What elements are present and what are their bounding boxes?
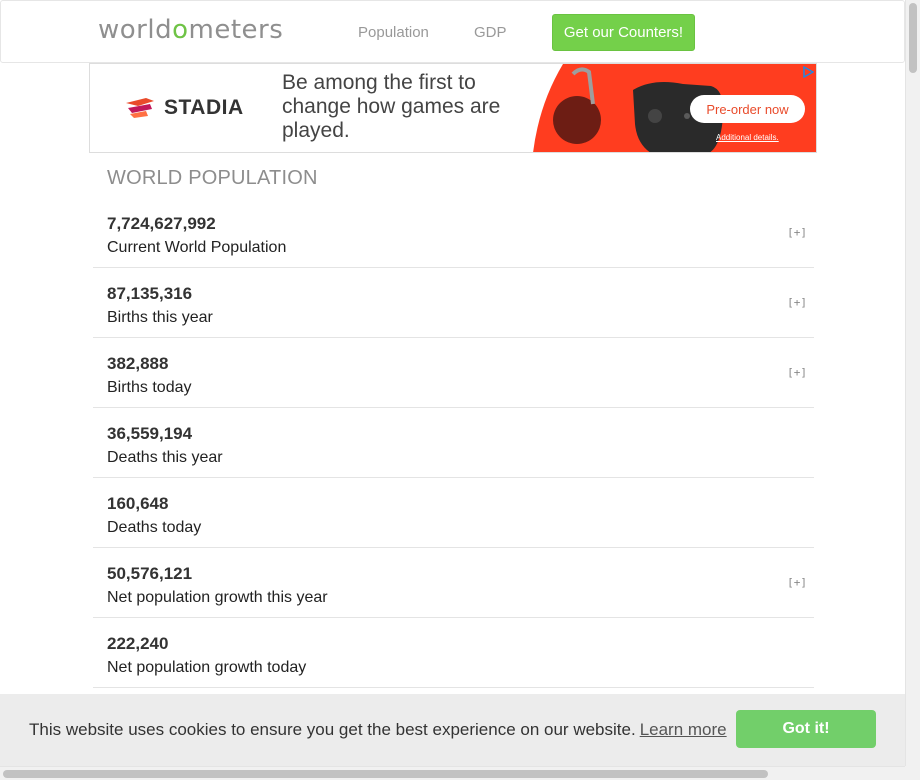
- stadia-mark-icon: [126, 98, 154, 118]
- stadia-ad-banner[interactable]: STADIA Be among the first to change how …: [89, 63, 817, 153]
- stat-value: 36,559,194: [107, 424, 193, 443]
- logo-text-meters: meters: [188, 15, 284, 45]
- ad-additional-details-link[interactable]: Additional details.: [716, 133, 779, 142]
- nav-link-gdp[interactable]: GDP: [474, 24, 507, 41]
- horizontal-scrollbar[interactable]: [0, 766, 905, 780]
- stat-value: 87,135,316: [107, 284, 193, 303]
- stat-row-births-today: 382,888 Births today [+]: [93, 338, 814, 408]
- section-title: WORLD POPULATION: [107, 167, 318, 189]
- stat-label: Births today: [107, 379, 192, 396]
- stat-value: 222,240: [107, 634, 169, 653]
- logo-text-world: world: [98, 15, 173, 45]
- stat-label: Net population growth this year: [107, 589, 328, 606]
- page: worldometers Population GDP Get our Coun…: [0, 0, 905, 772]
- stat-value: 160,648: [107, 494, 169, 513]
- scrollbar-corner: [905, 766, 920, 780]
- preorder-button[interactable]: Pre-order now: [690, 95, 805, 123]
- got-it-button[interactable]: Got it!: [736, 710, 876, 748]
- cookie-message-text: This website uses cookies to ensure you …: [29, 720, 636, 739]
- vertical-scrollbar[interactable]: [905, 0, 920, 772]
- stat-label: Net population growth today: [107, 659, 307, 676]
- cookie-consent-bar: This website uses cookies to ensure you …: [0, 694, 905, 772]
- stat-row-deaths-today: 160,648 Deaths today: [93, 478, 814, 548]
- navbar: worldometers Population GDP Get our Coun…: [0, 0, 905, 63]
- stat-row-births-this-year: 87,135,316 Births this year [+]: [93, 268, 814, 338]
- cookie-message: This website uses cookies to ensure you …: [29, 720, 727, 740]
- stat-label: Deaths today: [107, 519, 202, 536]
- ad-brand-name: STADIA: [164, 96, 244, 119]
- stat-label: Deaths this year: [107, 449, 223, 466]
- ad-tagline: Be among the first to change how games a…: [282, 71, 501, 142]
- stat-value: 382,888: [107, 354, 169, 373]
- stat-label: Current World Population: [107, 239, 287, 256]
- expand-toggle[interactable]: [+]: [787, 296, 807, 309]
- horizontal-scrollbar-thumb[interactable]: [3, 770, 768, 778]
- stat-row-deaths-this-year: 36,559,194 Deaths this year: [93, 408, 814, 478]
- stat-value: 50,576,121: [107, 564, 193, 583]
- expand-toggle[interactable]: [+]: [787, 366, 807, 379]
- stadia-logo: STADIA: [124, 96, 244, 120]
- worldometers-logo[interactable]: worldometers: [98, 15, 283, 45]
- expand-toggle[interactable]: [+]: [787, 226, 807, 239]
- stat-label: Births this year: [107, 309, 213, 326]
- get-counters-button[interactable]: Get our Counters!: [552, 14, 695, 51]
- nav-link-population[interactable]: Population: [358, 24, 429, 41]
- stat-row-net-growth-today: 222,240 Net population growth today: [93, 618, 814, 688]
- stat-row-current-population: 7,724,627,992 Current World Population […: [93, 198, 814, 268]
- vertical-scrollbar-thumb[interactable]: [909, 3, 917, 73]
- expand-toggle[interactable]: [+]: [787, 576, 807, 589]
- population-stats-list: 7,724,627,992 Current World Population […: [93, 198, 814, 688]
- learn-more-link[interactable]: Learn more: [640, 720, 727, 739]
- stat-row-net-growth-this-year: 50,576,121 Net population growth this ye…: [93, 548, 814, 618]
- stat-value: 7,724,627,992: [107, 214, 216, 233]
- ad-choices-icon[interactable]: [802, 66, 814, 78]
- logo-text-o: o: [172, 15, 189, 45]
